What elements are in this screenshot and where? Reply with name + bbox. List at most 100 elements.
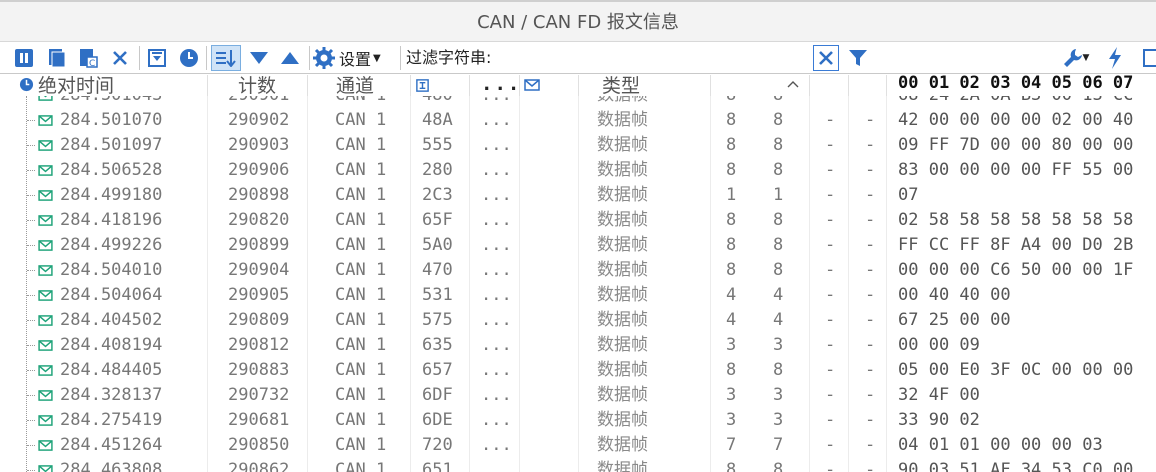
cell-id: 6DE — [422, 410, 453, 430]
cell-dlc: 8 — [726, 160, 737, 180]
cell-flag-2: - — [865, 435, 876, 455]
copy-alt-icon: C — [80, 49, 98, 68]
table-row[interactable]: 284.501043 290901 CAN 1 480... 数据帧 8 8 - - 68 24 … — [0, 96, 1156, 108]
cell-flag-1: - — [825, 360, 836, 380]
arrow-down-icon — [250, 52, 268, 64]
cell-time: 284.451264 — [60, 435, 163, 455]
cell-count: 290905 — [228, 285, 290, 305]
message-icon — [38, 440, 53, 451]
tools-button[interactable]: ▼ — [1057, 45, 1095, 71]
table-row[interactable]: 284.506528 290906 CAN 1 280... 数据帧 8 8 - - 83 00 … — [0, 158, 1156, 183]
cell-time: 284.404502 — [60, 310, 163, 330]
tree-branch — [27, 245, 35, 246]
tree-branch — [27, 395, 35, 396]
table-row[interactable]: 284.499180 290898 CAN 1 2C3... 数据帧 1 1 - - 07 — [0, 183, 1156, 208]
cell-id: 657 — [422, 360, 453, 380]
table-row[interactable]: 284.328137 290732 CAN 1 6DF... 数据帧 3 3 - - 32 4F … — [0, 383, 1156, 408]
copy-icon — [49, 49, 66, 68]
time-mode-button[interactable] — [176, 45, 202, 71]
cell-type: 数据帧 — [597, 185, 648, 205]
svg-text:C: C — [89, 59, 95, 68]
next-button[interactable] — [246, 45, 272, 71]
header-type[interactable]: 类型 — [602, 75, 640, 96]
cell-dots: ... — [481, 360, 512, 380]
pause-button[interactable] — [11, 45, 37, 71]
table-row[interactable]: 284.504010 290904 CAN 1 470... 数据帧 8 8 - - 00 00 … — [0, 258, 1156, 283]
cell-length: 4 — [773, 310, 784, 330]
cell-dlc: 8 — [726, 110, 737, 130]
cell-length: 7 — [773, 435, 784, 455]
prev-button[interactable] — [277, 45, 303, 71]
table-row[interactable]: 284.501070 290902 CAN 1 48A... 数据帧 8 8 - - 42 00 … — [0, 108, 1156, 133]
table-row[interactable]: 284.418196 290820 CAN 1 65F... 数据帧 8 8 - - 02 58 … — [0, 208, 1156, 233]
table-row[interactable]: 284.504064 290905 CAN 1 531... 数据帧 4 4 - - 00 40 … — [0, 283, 1156, 308]
table-row[interactable]: 284.275419 290681 CAN 1 6DE... 数据帧 3 3 - - 33 90 … — [0, 408, 1156, 433]
cell-id: 480 — [422, 96, 453, 108]
clear-filter-button[interactable] — [813, 45, 839, 71]
chevron-down-icon: ▼ — [1082, 53, 1090, 63]
toolbar: C 设置 ▼ 过滤字符串: ▼ — [0, 42, 1156, 74]
id-icon — [416, 79, 429, 92]
gear-icon — [313, 47, 335, 69]
trigger-button[interactable] — [1102, 45, 1128, 71]
cell-time: 284.501043 — [60, 96, 162, 108]
cell-data: 90 03 51 AF 34 53 C0 00 — [898, 460, 1134, 472]
autoscroll-button[interactable] — [144, 45, 170, 71]
cell-dots: ... — [481, 260, 512, 280]
cell-time: 284.484405 — [60, 360, 163, 380]
message-icon — [38, 465, 53, 472]
table-row[interactable]: 284.501097 290903 CAN 1 555... 数据帧 8 8 - - 09 FF … — [0, 133, 1156, 158]
pause-icon — [15, 49, 33, 67]
cell-length: 3 — [773, 385, 784, 405]
cell-channel: CAN 1 — [335, 385, 387, 405]
cell-type: 数据帧 — [597, 135, 648, 155]
table-row[interactable]: 284.404502 290809 CAN 1 575... 数据帧 4 4 - - 67 25 … — [0, 308, 1156, 333]
table-row[interactable]: 284.484405 290883 CAN 1 657... 数据帧 8 8 - - 05 00 … — [0, 358, 1156, 383]
cell-channel: CAN 1 — [335, 96, 386, 108]
cell-flag-1: - — [825, 160, 836, 180]
cell-count: 290812 — [228, 335, 290, 355]
cell-flag-2: - — [865, 110, 876, 130]
cell-type: 数据帧 — [597, 385, 648, 405]
clear-button[interactable] — [107, 45, 133, 71]
cell-flag-2: - — [865, 260, 876, 280]
cell-channel: CAN 1 — [335, 410, 387, 430]
cell-flag-1: - — [825, 235, 836, 255]
cell-id: 651 — [422, 460, 453, 472]
cell-id: 555 — [422, 135, 453, 155]
cell-count: 290904 — [228, 260, 290, 280]
mail-icon — [524, 79, 540, 91]
filter-button[interactable] — [845, 45, 871, 71]
header-time[interactable]: 绝对时间 — [38, 75, 114, 96]
cell-flag-2: - — [865, 360, 876, 380]
wrench-icon — [1063, 49, 1082, 67]
cell-flag-2: - — [865, 385, 876, 405]
filter-input[interactable] — [506, 46, 806, 70]
message-icon — [38, 215, 53, 226]
sort-button[interactable] — [211, 45, 241, 71]
cell-type: 数据帧 — [597, 310, 648, 330]
table-row[interactable]: 284.408194 290812 CAN 1 635... 数据帧 3 3 - - 00 00 … — [0, 333, 1156, 358]
settings-button[interactable]: 设置 ▼ — [313, 45, 381, 71]
table-row[interactable]: 284.451264 290850 CAN 1 720... 数据帧 7 7 - - 04 01 … — [0, 433, 1156, 458]
header-count[interactable]: 计数 — [238, 75, 276, 96]
copy-all-button[interactable]: C — [75, 45, 101, 71]
message-table[interactable]: 284.501043 290901 CAN 1 480... 数据帧 8 8 - - 68 24 … — [0, 96, 1156, 472]
table-row[interactable]: 284.499226 290899 CAN 1 5A0... 数据帧 8 8 - - FF CC … — [0, 233, 1156, 258]
sort-icon — [216, 50, 236, 67]
tree-branch — [27, 170, 35, 171]
message-icon — [38, 290, 53, 301]
cell-count: 290850 — [228, 435, 290, 455]
copy-button[interactable] — [43, 45, 69, 71]
cell-time: 284.501097 — [60, 135, 163, 155]
cell-channel: CAN 1 — [335, 260, 387, 280]
table-row[interactable]: 284.463808 290862 CAN 1 651... 数据帧 8 8 - - 90 03 … — [0, 458, 1156, 472]
more-button[interactable] — [1140, 45, 1156, 71]
message-icon — [38, 340, 53, 351]
header-channel[interactable]: 通道 — [336, 75, 374, 96]
cell-dots: ... — [481, 435, 512, 455]
cell-flag-1: - — [825, 96, 835, 108]
cell-type: 数据帧 — [597, 210, 648, 230]
header-dots[interactable]: ... — [481, 75, 521, 95]
cell-flag-1: - — [825, 435, 836, 455]
